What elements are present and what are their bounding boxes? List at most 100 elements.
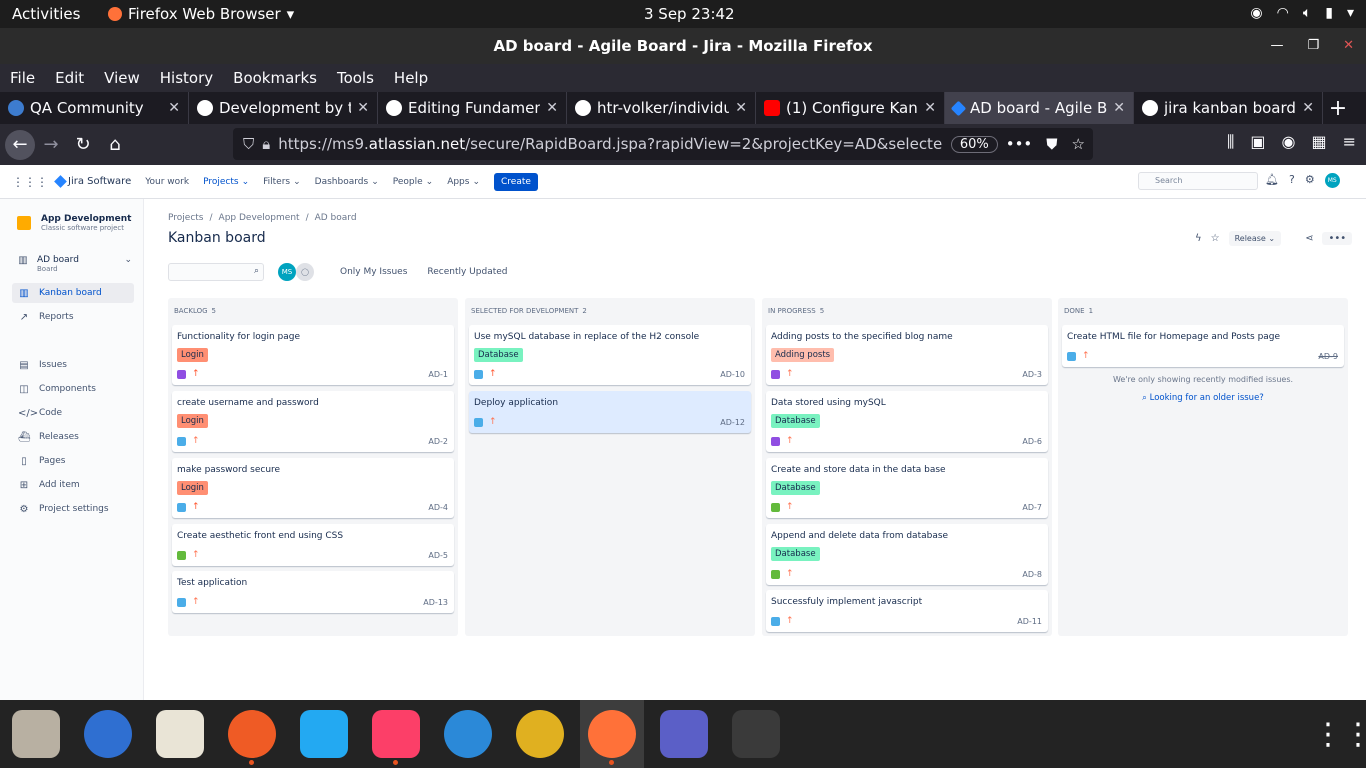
- sidebar-item-pages[interactable]: ▯ Pages: [12, 451, 134, 471]
- create-button[interactable]: Create: [494, 172, 538, 191]
- app-menu[interactable]: Firefox Web Browser ▾: [108, 5, 294, 23]
- tab-ad-board[interactable]: AD board - Agile Bo ✕: [945, 92, 1134, 124]
- help-icon[interactable]: ?: [1289, 173, 1295, 188]
- menu-help[interactable]: Help: [394, 69, 428, 87]
- sidebar-item-project-settings[interactable]: ⚙ Project settings: [12, 499, 134, 519]
- chrome-app-icon[interactable]: [516, 710, 564, 758]
- issue-card[interactable]: Create aesthetic front end using CSS ↑ A…: [172, 524, 454, 566]
- nav-filters[interactable]: Filters ⌄: [263, 177, 301, 187]
- tab-configure-kanban[interactable]: (1) Configure Kanb ✕: [756, 92, 945, 124]
- sidebar-item-issues[interactable]: ▤ Issues: [12, 355, 134, 375]
- tab-jira-kanban-search[interactable]: jira kanban board e ✕: [1134, 92, 1323, 124]
- close-tab-icon[interactable]: ✕: [1302, 100, 1314, 116]
- release-button[interactable]: Release ⌄: [1228, 231, 1282, 246]
- help-app-icon[interactable]: [444, 710, 492, 758]
- vscode-app-icon[interactable]: [300, 710, 348, 758]
- intellij-app-icon[interactable]: [372, 710, 420, 758]
- wifi-icon[interactable]: ◠: [1277, 5, 1289, 21]
- nav-your-work[interactable]: Your work: [145, 177, 189, 187]
- nav-people[interactable]: People ⌄: [393, 177, 433, 187]
- hamburger-menu-icon[interactable]: ≡: [1343, 132, 1356, 152]
- bookmark-star-icon[interactable]: ☆: [1072, 135, 1085, 153]
- issue-card[interactable]: Functionality for login page Login ↑ AD-…: [172, 325, 454, 385]
- menu-history[interactable]: History: [160, 69, 213, 87]
- issue-card[interactable]: Create and store data in the data base D…: [766, 458, 1048, 518]
- reload-icon[interactable]: ↻: [67, 129, 99, 161]
- new-tab-button[interactable]: +: [1323, 92, 1353, 124]
- notifications-icon[interactable]: 🔔︎: [1265, 173, 1279, 188]
- close-tab-icon[interactable]: ✕: [357, 100, 369, 116]
- breadcrumb-project[interactable]: App Development: [219, 213, 300, 223]
- close-tab-icon[interactable]: ✕: [924, 100, 936, 116]
- forward-arrow-icon[interactable]: →: [35, 129, 67, 161]
- sidebar-item-releases[interactable]: ⛴ Releases: [12, 427, 134, 447]
- pocket-icon[interactable]: ⛊: [1046, 135, 1057, 153]
- system-tray[interactable]: ◉ ◠ 🔈︎ ▮ ▾: [1250, 5, 1354, 21]
- tab-editing-fundamentals[interactable]: Editing Fundament ✕: [378, 92, 567, 124]
- minimize-icon[interactable]: —: [1270, 28, 1283, 64]
- rhythmbox-app-icon[interactable]: [156, 710, 204, 758]
- account-icon[interactable]: ◉: [1282, 132, 1296, 152]
- teams-app-icon[interactable]: [660, 710, 708, 758]
- board-selector[interactable]: ▥ AD board Board ⌄: [17, 255, 132, 273]
- issue-card[interactable]: Data stored using mySQL Database ↑ AD-6: [766, 391, 1048, 452]
- quick-filter-recently-updated[interactable]: Recently Updated: [427, 267, 507, 277]
- issue-card[interactable]: Adding posts to the specified blog name …: [766, 325, 1048, 385]
- postman-app-icon[interactable]: [228, 710, 276, 758]
- tab-qa-community[interactable]: QA Community ✕: [0, 92, 189, 124]
- user-avatar[interactable]: MS: [1324, 173, 1340, 188]
- tab-development[interactable]: Development by tv ✕: [189, 92, 378, 124]
- maximize-icon[interactable]: ❐: [1307, 28, 1319, 64]
- url-text[interactable]: https://ms9.atlassian.net/secure/RapidBo…: [278, 135, 943, 153]
- thunderbird-app-icon[interactable]: [84, 710, 132, 758]
- files-app-icon[interactable]: [12, 710, 60, 758]
- power-menu-icon[interactable]: ▾: [1347, 5, 1354, 21]
- issue-card[interactable]: make password secure Login ↑ AD-4: [172, 458, 454, 518]
- more-actions-icon[interactable]: •••: [1006, 135, 1033, 153]
- issue-card[interactable]: Test application ↑ AD-13: [172, 571, 454, 613]
- back-arrow-icon[interactable]: ←: [5, 129, 35, 160]
- sidebar-item-components[interactable]: ◫ Components: [12, 379, 134, 399]
- home-icon[interactable]: ⌂: [99, 129, 131, 161]
- nav-dashboards[interactable]: Dashboards ⌄: [315, 177, 379, 187]
- menu-edit[interactable]: Edit: [55, 69, 84, 87]
- sidebar-item-reports[interactable]: ↗ Reports: [12, 307, 134, 327]
- settings-gear-icon[interactable]: ⚙: [1305, 173, 1315, 188]
- menu-file[interactable]: File: [10, 69, 35, 87]
- project-header[interactable]: App Development Classic software project: [17, 214, 131, 232]
- nav-projects[interactable]: Projects ⌄: [203, 177, 249, 187]
- url-bar[interactable]: ⛉ 🔒︎ https://ms9.atlassian.net/secure/Ra…: [233, 128, 1093, 160]
- shield-icon[interactable]: ⛉: [243, 135, 254, 153]
- close-window-icon[interactable]: ✕: [1343, 28, 1354, 64]
- volume-icon[interactable]: 🔈︎: [1303, 5, 1311, 21]
- menu-bookmarks[interactable]: Bookmarks: [233, 69, 317, 87]
- app-switcher-icon[interactable]: ⋮⋮⋮: [12, 175, 48, 189]
- terminal-app-icon[interactable]: [732, 710, 780, 758]
- library-icon[interactable]: ⫼: [1227, 132, 1234, 152]
- clock[interactable]: 3 Sep 23:42: [644, 5, 735, 23]
- close-tab-icon[interactable]: ✕: [735, 100, 747, 116]
- sidebar-item-code[interactable]: </> Code: [12, 403, 134, 423]
- issue-card[interactable]: Successfuly implement javascript ↑ AD-11: [766, 590, 1048, 632]
- breadcrumb-projects[interactable]: Projects: [168, 213, 203, 223]
- teams-tray-icon[interactable]: ◉: [1250, 5, 1262, 21]
- user-avatar-filter[interactable]: MS: [278, 263, 296, 281]
- jira-search-input[interactable]: Search: [1138, 172, 1258, 190]
- firefox-app-icon[interactable]: [588, 710, 636, 758]
- more-options-button[interactable]: •••: [1322, 232, 1353, 245]
- battery-icon[interactable]: ▮: [1325, 5, 1333, 21]
- close-tab-icon[interactable]: ✕: [168, 100, 180, 116]
- sidebar-item-kanban-board[interactable]: ▥ Kanban board: [12, 283, 134, 303]
- zoom-level[interactable]: 60%: [950, 135, 998, 153]
- issue-card[interactable]: Create HTML file for Homepage and Posts …: [1062, 325, 1344, 367]
- menu-tools[interactable]: Tools: [337, 69, 374, 87]
- close-tab-icon[interactable]: ✕: [546, 100, 558, 116]
- issue-card[interactable]: Append and delete data from database Dat…: [766, 524, 1048, 585]
- menu-view[interactable]: View: [104, 69, 140, 87]
- breadcrumb-board[interactable]: AD board: [315, 213, 357, 223]
- star-icon[interactable]: ☆: [1211, 233, 1220, 244]
- issue-card[interactable]: Use mySQL database in replace of the H2 …: [469, 325, 751, 385]
- activities-button[interactable]: Activities: [12, 5, 80, 23]
- lightning-icon[interactable]: ϟ: [1195, 233, 1202, 244]
- board-search-input[interactable]: ⌕: [168, 263, 264, 281]
